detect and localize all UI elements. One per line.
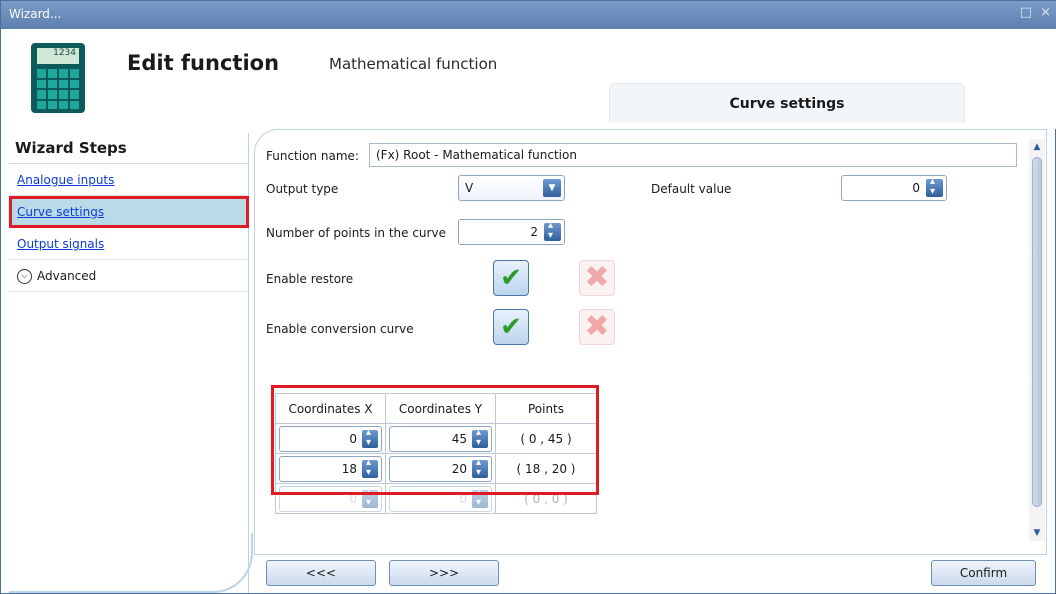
spin-arrows-icon[interactable] <box>472 427 488 448</box>
step-analogue-inputs[interactable]: Analogue inputs <box>9 164 249 196</box>
enable-conversion-check-icon[interactable]: ✔ <box>493 309 529 345</box>
table-row: 0 0 ( 0 , 0 ) <box>275 483 597 514</box>
calculator-icon: 1234 <box>31 43 85 113</box>
window-controls[interactable]: □ × <box>1020 5 1053 20</box>
calculator-display: 1234 <box>37 48 79 64</box>
column-header-y: Coordinates Y <box>385 393 496 424</box>
spin-arrows-icon[interactable] <box>362 487 378 508</box>
chevron-down-icon[interactable]: ▼ <box>543 179 561 197</box>
cell-y: 0 <box>385 483 496 514</box>
enable-restore-cross-icon[interactable]: ✖ <box>579 260 615 296</box>
scroll-up-icon[interactable]: ▲ <box>1029 139 1045 155</box>
coordinate-x-value: 18 <box>341 462 357 476</box>
coordinate-y-stepper[interactable]: 45 <box>389 426 492 452</box>
num-points-stepper[interactable]: 2 <box>458 219 565 245</box>
coordinate-x-stepper[interactable]: 0 <box>279 426 382 452</box>
window-title: Wizard... <box>9 7 62 21</box>
step-curve-settings[interactable]: Curve settings <box>9 196 249 228</box>
default-value-label: Default value <box>651 182 732 196</box>
step-link-analogue-inputs[interactable]: Analogue inputs <box>17 173 114 187</box>
cell-point: ( 0 , 45 ) <box>495 423 597 454</box>
num-points-label: Number of points in the curve <box>266 226 446 240</box>
step-link-output-signals[interactable]: Output signals <box>17 237 104 251</box>
next-button[interactable]: >>> <box>389 560 499 586</box>
wizard-window: Wizard... □ × 1234 Edit function Mathema… <box>0 0 1056 594</box>
coordinate-y-stepper[interactable]: 20 <box>389 456 492 482</box>
step-output-signals[interactable]: Output signals <box>9 228 249 260</box>
table-header-row: Coordinates X Coordinates Y Points <box>275 393 597 424</box>
coordinate-y-value: 0 <box>459 492 467 506</box>
coordinate-y-stepper[interactable]: 0 <box>389 486 492 512</box>
enable-restore-label: Enable restore <box>266 272 354 286</box>
calculator-keys <box>37 69 79 109</box>
default-value-stepper[interactable]: 0 <box>841 175 947 201</box>
output-type-select[interactable]: V ▼ <box>458 175 565 201</box>
output-type-value: V <box>465 181 474 195</box>
scroll-thumb[interactable] <box>1032 157 1042 507</box>
coordinate-x-value: 0 <box>349 492 357 506</box>
table-row: 18 20 ( 18 , 20 ) <box>275 453 597 484</box>
page-subtitle: Mathematical function <box>329 55 498 73</box>
panel-border-curve <box>9 533 253 593</box>
tab-curve-settings[interactable]: Curve settings <box>609 83 965 123</box>
coordinate-y-value: 20 <box>451 462 467 476</box>
wizard-steps-list: Analogue inputs Curve settings Output si… <box>9 163 249 292</box>
output-type-label: Output type <box>266 182 339 196</box>
chevron-down-icon[interactable]: ⌵ <box>17 269 32 284</box>
cell-point: ( 18 , 20 ) <box>495 453 597 484</box>
column-header-points: Points <box>495 393 597 424</box>
cell-y: 45 <box>385 423 496 454</box>
num-points-value: 2 <box>530 225 538 239</box>
enable-restore-check-icon[interactable]: ✔ <box>493 260 529 296</box>
table-row: 0 45 ( 0 , 45 ) <box>275 423 597 454</box>
step-advanced-label: Advanced <box>37 269 97 283</box>
spin-arrows-icon[interactable] <box>362 457 378 478</box>
coordinate-x-value: 0 <box>349 432 357 446</box>
cell-x: 0 <box>275 423 386 454</box>
cell-x: 0 <box>275 483 386 514</box>
spin-arrows-icon[interactable] <box>926 176 943 197</box>
title-bar: Wizard... □ × <box>1 1 1056 29</box>
enable-conversion-cross-icon[interactable]: ✖ <box>579 309 615 345</box>
spin-arrows-icon[interactable] <box>472 487 488 508</box>
spin-arrows-icon[interactable] <box>472 457 488 478</box>
cell-x: 18 <box>275 453 386 484</box>
column-header-x: Coordinates X <box>275 393 386 424</box>
page-title: Edit function <box>127 51 280 75</box>
step-link-curve-settings[interactable]: Curve settings <box>17 205 104 219</box>
spin-arrows-icon[interactable] <box>544 220 561 241</box>
wizard-steps-panel: Wizard Steps Analogue inputs Curve setti… <box>9 133 253 593</box>
back-button[interactable]: <<< <box>266 560 376 586</box>
confirm-button[interactable]: Confirm <box>931 560 1036 586</box>
wizard-steps-heading: Wizard Steps <box>15 139 127 157</box>
function-name-label: Function name: <box>266 149 359 163</box>
coordinate-x-stepper[interactable]: 18 <box>279 456 382 482</box>
cell-point: ( 0 , 0 ) <box>495 483 597 514</box>
cell-y: 20 <box>385 453 496 484</box>
scroll-down-icon[interactable]: ▼ <box>1029 525 1045 541</box>
default-value: 0 <box>912 181 920 195</box>
spin-arrows-icon[interactable] <box>362 427 378 448</box>
function-name-input[interactable]: (Fx) Root - Mathematical function <box>369 143 1017 167</box>
enable-conversion-label: Enable conversion curve <box>266 322 414 336</box>
coordinate-x-stepper[interactable]: 0 <box>279 486 382 512</box>
coordinate-y-value: 45 <box>451 432 467 446</box>
vertical-scrollbar[interactable]: ▲ ▼ <box>1029 139 1045 541</box>
step-advanced[interactable]: ⌵ Advanced <box>9 260 249 292</box>
curve-points-table: Coordinates X Coordinates Y Points 0 45 … <box>275 393 597 514</box>
